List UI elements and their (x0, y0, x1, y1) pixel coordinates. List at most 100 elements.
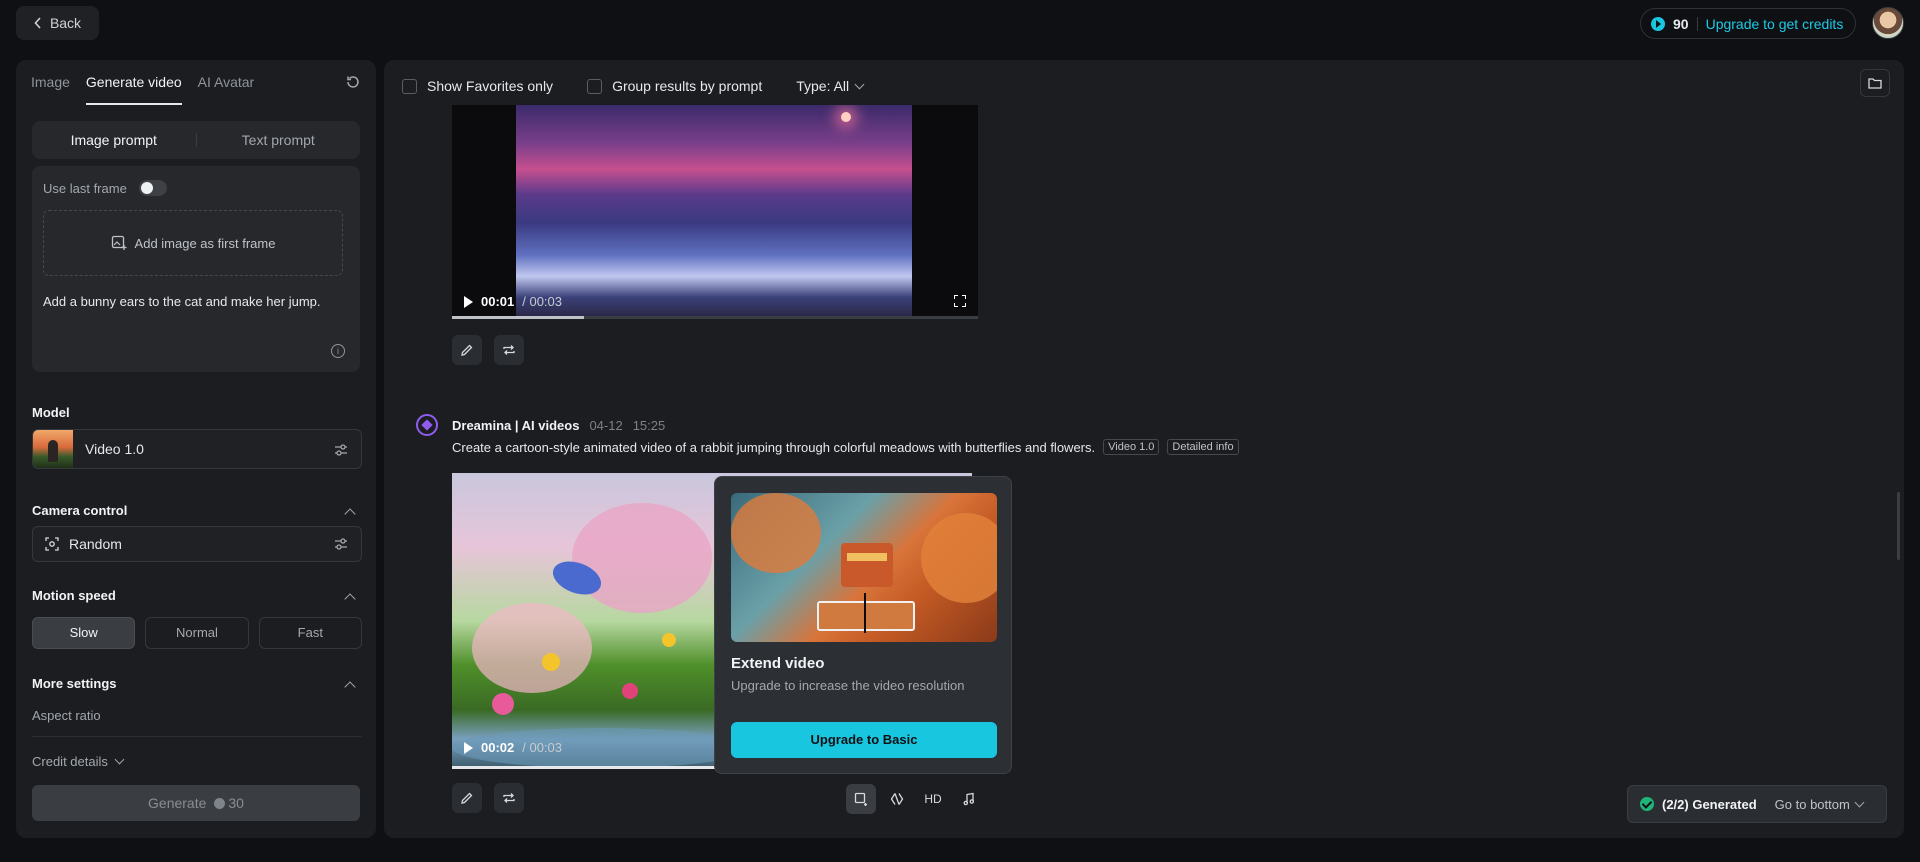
image-prompt-option[interactable]: Image prompt (32, 132, 196, 148)
extend-video-popover: Extend video Upgrade to increase the vid… (714, 476, 1012, 774)
use-last-frame-label: Use last frame (43, 180, 127, 196)
chevron-up-icon[interactable] (344, 508, 356, 520)
video-player[interactable]: 00:01 / 00:03 (452, 105, 978, 319)
corner (962, 303, 966, 307)
pink-flower (622, 683, 638, 699)
favorites-checkbox[interactable] (402, 78, 417, 94)
generation-status-toast: (2/2) Generated Go to bottom (1627, 785, 1887, 823)
yellow-flower (542, 653, 560, 671)
check-circle-icon (1640, 797, 1654, 811)
add-first-frame-button[interactable]: Add image as first frame (43, 210, 343, 276)
tab-image[interactable]: Image (31, 60, 70, 105)
corner (954, 303, 958, 307)
group-by-prompt-label: Group results by prompt (612, 78, 763, 94)
divider (32, 736, 362, 737)
smoke-cloud (921, 513, 997, 603)
settings-sliders-icon[interactable] (333, 442, 349, 458)
pink-flowers (572, 503, 712, 613)
chevron-down-icon (114, 754, 125, 765)
repeat-icon (503, 793, 515, 803)
music-note-icon (963, 792, 975, 806)
back-button[interactable]: Back (16, 6, 99, 40)
reset-icon[interactable] (344, 73, 362, 91)
regenerate-button[interactable] (494, 335, 524, 365)
corner (962, 295, 966, 299)
chevron-up-icon[interactable] (344, 593, 356, 605)
extend-video-icon (854, 792, 867, 806)
speed-slow-button[interactable]: Slow (32, 617, 136, 649)
group-by-prompt-checkbox[interactable] (587, 78, 603, 94)
speed-normal-button[interactable]: Normal (145, 617, 249, 649)
scrollbar-thumb[interactable] (1897, 492, 1900, 560)
prompt-textarea[interactable]: Add a bunny ears to the cat and make her… (43, 294, 348, 309)
go-to-bottom-link[interactable]: Go to bottom (1775, 797, 1865, 812)
use-last-frame-toggle[interactable] (138, 180, 167, 196)
edit-button[interactable] (452, 783, 482, 813)
model-selector[interactable]: Video 1.0 (32, 429, 362, 469)
folder-button[interactable] (1860, 69, 1890, 97)
back-label: Back (49, 15, 82, 31)
mode-tabs: Image Generate video AI Avatar (31, 60, 254, 105)
play-icon[interactable] (464, 295, 473, 308)
upgrade-credits-link[interactable]: Upgrade to get credits (1706, 16, 1844, 32)
pencil-icon (461, 344, 473, 356)
chevron-left-icon (34, 17, 41, 29)
camera-control-selector[interactable]: Random (32, 526, 362, 562)
generation-date: 04-12 (589, 417, 623, 433)
pencil-icon (461, 792, 473, 804)
lip-sync-button[interactable] (882, 784, 912, 814)
motion-speed-options: Slow Normal Fast (32, 617, 362, 649)
use-last-frame-row: Use last frame (43, 180, 167, 196)
model-thumbnail (33, 430, 73, 468)
video-current-time: 00:02 (481, 740, 515, 755)
folder-icon (1868, 78, 1882, 89)
generator-panel: Image Generate video AI Avatar Image pro… (16, 60, 376, 838)
play-icon[interactable] (464, 741, 473, 754)
settings-sliders-icon[interactable] (333, 536, 349, 552)
fullscreen-icon[interactable] (954, 295, 966, 307)
speed-fast-button[interactable]: Fast (258, 617, 362, 649)
repeat-icon (503, 345, 515, 355)
hd-upscale-button[interactable]: HD (918, 784, 948, 814)
upgrade-basic-button[interactable]: Upgrade to Basic (731, 722, 997, 758)
credit-details-toggle[interactable]: Credit details (32, 754, 125, 769)
generate-button[interactable]: Generate 30 (32, 785, 360, 821)
video-tools: HD (846, 783, 984, 815)
video-progress-fill (452, 316, 584, 319)
edit-button[interactable] (452, 335, 482, 365)
chevron-down-icon (1854, 797, 1865, 807)
model-tag[interactable]: Video 1.0 (1103, 439, 1160, 455)
sun-glow (841, 112, 851, 122)
video-current-time: 00:01 (481, 294, 515, 309)
model-name: Video 1.0 (85, 441, 144, 457)
detailed-info-tag[interactable]: Detailed info (1167, 439, 1239, 455)
tab-ai-avatar[interactable]: AI Avatar (198, 60, 255, 105)
info-icon[interactable]: i (331, 344, 345, 358)
type-filter-value: Type: All (796, 78, 850, 94)
credit-coin-icon (214, 798, 226, 809)
add-first-frame-label: Add image as first frame (134, 235, 276, 251)
text-prompt-option[interactable]: Text prompt (197, 132, 361, 148)
chevron-down-icon (854, 79, 865, 89)
generation-prompt-row: Create a cartoon-style animated video of… (452, 439, 1239, 455)
add-audio-button[interactable] (954, 784, 984, 814)
video-total-time: / 00:03 (522, 294, 563, 309)
favorites-label: Show Favorites only (427, 78, 554, 94)
credits-pill[interactable]: 90 Upgrade to get credits (1640, 8, 1856, 39)
results-panel: Show Favorites only Group results by pro… (384, 60, 1904, 838)
user-avatar[interactable] (1872, 7, 1904, 39)
tab-generate-video[interactable]: Generate video (85, 60, 182, 105)
video-controls: 00:01 / 00:03 (464, 294, 562, 309)
video-progress-bar[interactable] (452, 316, 978, 319)
pink-flower (492, 693, 514, 715)
motion-speed-title: Motion speed (32, 588, 116, 603)
camera-control-value: Random (69, 536, 122, 552)
type-filter-dropdown[interactable]: Type: All (796, 78, 865, 94)
generation-prompt: Create a cartoon-style animated video of… (452, 439, 1096, 455)
chevron-up-icon[interactable] (344, 681, 356, 693)
train (841, 543, 893, 587)
model-title: Model (32, 405, 70, 420)
regenerate-button[interactable] (494, 783, 524, 813)
generation-header: Dreamina | AI videos 04-12 15:25 (416, 414, 665, 436)
extend-video-button[interactable] (846, 784, 876, 814)
